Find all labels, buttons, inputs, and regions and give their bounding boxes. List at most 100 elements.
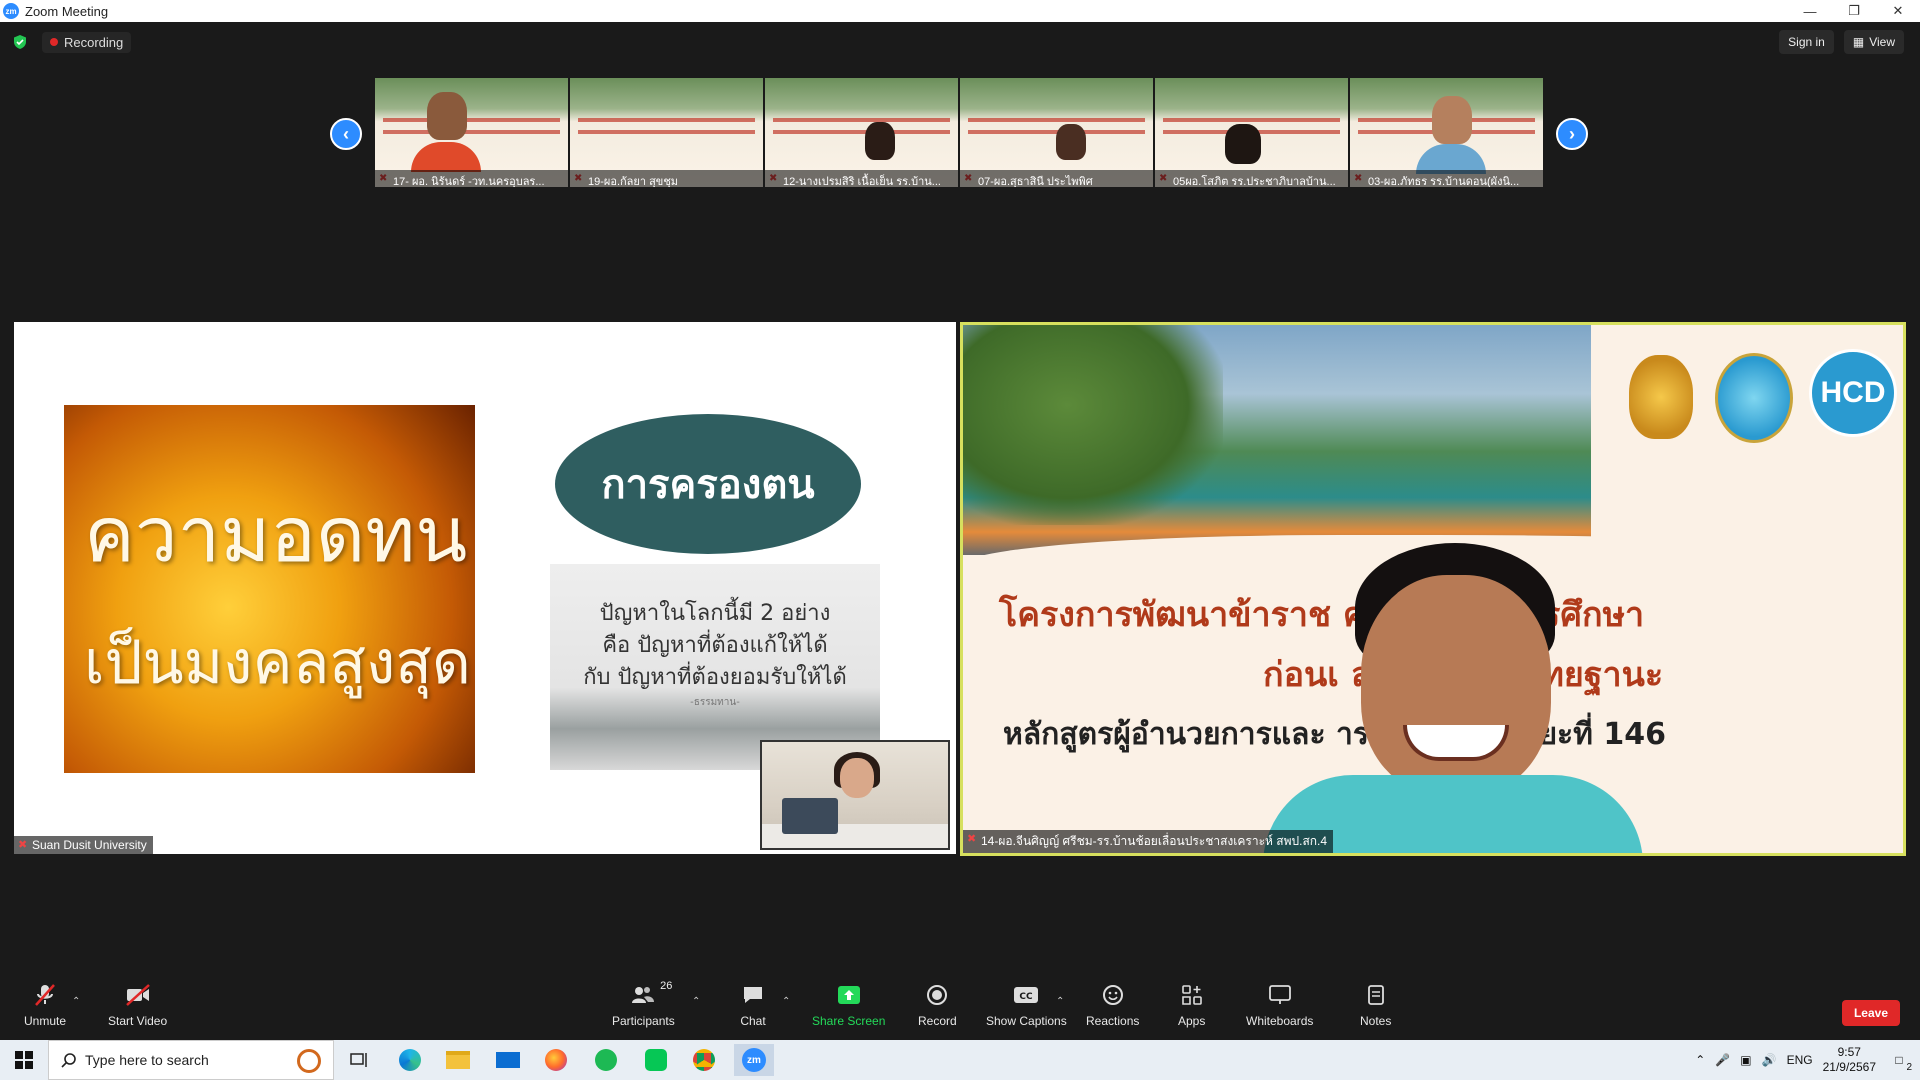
view-label: View (1869, 35, 1895, 49)
participant-name: 19-ผอ.กัลยา สุขชุม (570, 170, 763, 187)
tray-chevron-up-icon[interactable]: ⌃ (1695, 1053, 1705, 1067)
search-placeholder: Type here to search (85, 1052, 209, 1068)
participants-icon: 26 (630, 980, 672, 1008)
recording-label: Recording (64, 34, 124, 50)
whiteboards-button[interactable]: Whiteboards (1246, 982, 1313, 1028)
notification-center-button[interactable]: □ 2 (1886, 1047, 1912, 1073)
windows-logo-icon (15, 1051, 33, 1069)
participant-thumbnail[interactable]: ✖ 12-นางเปรมสิริ เนื้อเย็น รร.บ้าน... (765, 78, 958, 187)
captions-options-caret-icon[interactable]: ⌃ (1056, 996, 1064, 1007)
language-indicator[interactable]: ENG (1787, 1053, 1813, 1067)
firefox-icon[interactable] (536, 1044, 576, 1076)
chrome-icon[interactable] (684, 1044, 724, 1076)
notes-button[interactable]: Notes (1360, 982, 1391, 1028)
apps-icon (1179, 982, 1205, 1008)
participant-name: 17- ผอ. นิรันดร์ -วท.นครอุบลร... (375, 170, 568, 187)
share-screen-label: Share Screen (812, 1014, 886, 1028)
participants-options-caret-icon[interactable]: ⌃ (692, 996, 700, 1007)
taskbar-search-box[interactable]: Type here to search (48, 1040, 334, 1080)
participant-name-label: ✖ 14-ผอ.จีนศิญญ์ ศรีชม-รร.บ้านช้อยเลื่อน… (963, 830, 1334, 853)
whiteboards-label: Whiteboards (1246, 1014, 1314, 1028)
edge-browser-icon[interactable] (390, 1044, 430, 1076)
audio-options-caret-icon[interactable]: ⌃ (72, 996, 80, 1007)
participant-name: 03-ผอ.ภัทธร รร.บ้านดอน(ผังนิ... (1350, 170, 1543, 187)
presenter-pip-video (760, 740, 950, 850)
notes-icon (1363, 982, 1389, 1008)
windows-start-button[interactable] (0, 1040, 48, 1080)
svg-text:CC: CC (1020, 992, 1034, 1002)
participant-thumbnail[interactable]: ✖ 05ผอ.โสภิต รร.ประชาภิบาลบ้าน... (1155, 78, 1348, 187)
start-video-button[interactable]: Start Video (108, 982, 167, 1028)
participant-thumbnail[interactable]: ✖ 17- ผอ. นิรันดร์ -วท.นครอุบลร... (375, 78, 568, 187)
network-icon[interactable]: ▣ (1740, 1053, 1751, 1067)
reactions-label: Reactions (1086, 1014, 1140, 1028)
chat-options-caret-icon[interactable]: ⌃ (782, 996, 790, 1007)
recording-indicator[interactable]: Recording (42, 31, 132, 53)
microphone-tray-icon[interactable]: 🎤 (1715, 1053, 1730, 1067)
slide-oval-heading: การครองตน (555, 414, 861, 554)
participant-name: 07-ผอ.สุธาสินี ประไพพิศ (960, 170, 1153, 187)
participant-thumbnail[interactable]: ✖ 19-ผอ.กัลยา สุขชุม (570, 78, 763, 187)
leave-button[interactable]: Leave (1841, 1000, 1900, 1026)
task-view-icon[interactable] (340, 1044, 380, 1076)
taskbar-clock[interactable]: 9:57 21/9/2567 (1823, 1045, 1876, 1075)
mail-icon[interactable] (488, 1044, 528, 1076)
sign-in-button[interactable]: Sign in (1779, 30, 1834, 54)
sign-in-label: Sign in (1788, 35, 1825, 49)
muted-mic-icon: ✖ (967, 833, 977, 845)
unmute-button[interactable]: Unmute (24, 982, 66, 1028)
system-tray: ⌃ 🎤 ▣ 🔊 ENG 9:57 21/9/2567 □ 2 (1695, 1040, 1920, 1080)
grid-view-icon: ▦ (1852, 35, 1865, 49)
clock-date: 21/9/2567 (1822, 1060, 1876, 1074)
unmute-label: Unmute (24, 1014, 67, 1028)
participant-name-label: ✖ Suan Dusit University (14, 836, 153, 854)
chevron-right-icon: › (1569, 123, 1575, 144)
next-page-button[interactable]: › (1556, 118, 1588, 150)
file-explorer-icon[interactable] (438, 1044, 478, 1076)
participant-name: Suan Dusit University (32, 838, 147, 852)
participant-thumbnail[interactable]: ✖ 07-ผอ.สุธาสินี ประไพพิศ (960, 78, 1153, 187)
zoom-taskbar-icon[interactable]: zm (734, 1044, 774, 1076)
previous-page-button[interactable]: ‹ (330, 118, 362, 150)
active-speaker-video[interactable]: HCD โครงการพัฒนาข้าราช คลากรทางการศึกษา … (960, 322, 1906, 856)
security-shield-icon[interactable] (12, 34, 28, 50)
video-off-icon (125, 982, 151, 1008)
participants-label: Participants (612, 1014, 675, 1028)
recording-dot-icon (50, 38, 58, 46)
share-screen-button[interactable]: Share Screen (812, 982, 885, 1028)
notification-icon: □ (1895, 1053, 1903, 1067)
record-button[interactable]: Record (918, 982, 957, 1028)
laptop-icon (782, 798, 838, 834)
participant-name: 12-นางเปรมสิริ เนื้อเย็น รร.บ้าน... (765, 170, 958, 187)
participant-thumbnail[interactable]: ✖ 03-ผอ.ภัทธร รร.บ้านดอน(ผังนิ... (1350, 78, 1543, 187)
chat-bubble-icon (740, 982, 766, 1008)
reactions-button[interactable]: Reactions (1086, 982, 1139, 1028)
clock-time: 9:57 (1837, 1045, 1861, 1059)
smiley-reaction-icon (1100, 982, 1126, 1008)
quote-line: กับ ปัญหาที่ต้องยอมรับให้ได้ (583, 665, 847, 690)
notification-count: 2 (1906, 1062, 1912, 1073)
hcd-logo-icon: HCD (1809, 349, 1897, 437)
view-button[interactable]: ▦ View (1843, 30, 1904, 54)
spotify-icon[interactable] (586, 1044, 626, 1076)
chat-button[interactable]: Chat (740, 982, 766, 1028)
participants-button[interactable]: 26 Participants (612, 980, 675, 1028)
apps-label: Apps (1178, 1014, 1206, 1028)
whiteboard-icon (1267, 982, 1293, 1008)
zoom-logo-icon: zm (3, 3, 19, 19)
close-button[interactable]: ✕ (1876, 0, 1920, 22)
search-icon (61, 1053, 76, 1068)
line-app-icon[interactable] (636, 1044, 676, 1076)
volume-icon[interactable]: 🔊 (1762, 1053, 1777, 1067)
shared-slide-video[interactable]: ความอดทน เป็นมงคลสูงสุด การครองตน ปัญหาใ… (14, 322, 956, 854)
notes-label: Notes (1360, 1014, 1392, 1028)
chat-label: Chat (740, 1014, 766, 1028)
minimize-button[interactable]: — (1788, 0, 1832, 22)
slide-title-line1: ความอดทน (84, 490, 468, 579)
show-captions-button[interactable]: CC Show Captions (986, 982, 1067, 1028)
search-highlight-icon (297, 1049, 321, 1073)
apps-button[interactable]: Apps (1178, 982, 1205, 1028)
restore-button[interactable]: ❐ (1832, 0, 1876, 22)
record-label: Record (918, 1014, 957, 1028)
windows-taskbar: Type here to search zm ⌃ 🎤 ▣ 🔊 ENG 9:57 … (0, 1040, 1920, 1080)
